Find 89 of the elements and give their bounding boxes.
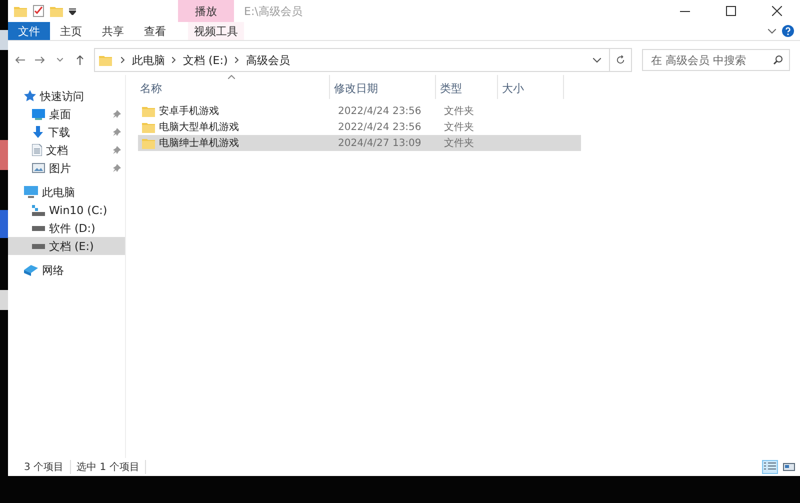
computer-icon (24, 186, 38, 198)
sidebar-item[interactable]: 图片 (8, 159, 125, 177)
system-drive-icon (32, 204, 45, 216)
column-header[interactable]: 大小 (498, 75, 564, 99)
sidebar-item[interactable]: 桌面 (8, 105, 125, 123)
file-row[interactable]: 安卓手机游戏 2022/4/24 23:56 文件夹 (138, 103, 581, 119)
sidebar-item-label: 文档 (46, 142, 69, 158)
column-header[interactable]: 修改日期 (330, 75, 436, 99)
network-icon (24, 264, 38, 276)
folder-icon (142, 122, 155, 132)
details-view-button[interactable] (762, 460, 778, 474)
ribbon-tab[interactable]: 文件 (8, 22, 50, 40)
sidebar-item[interactable]: 文档 (E:) (8, 237, 125, 255)
file-name: 电脑大型单机游戏 (159, 120, 239, 134)
chevron-down-icon[interactable] (593, 58, 601, 62)
sidebar-item-label: 软件 (D:) (49, 220, 96, 236)
sidebar-item-label: 桌面 (49, 106, 72, 122)
context-tab-group: 播放 (178, 0, 234, 22)
download-arrow-icon (32, 126, 44, 138)
close-icon (772, 6, 782, 16)
file-row[interactable]: 电脑绅士单机游戏 2024/4/27 13:09 文件夹 (138, 135, 581, 151)
modified-date: 2024/4/27 13:09 (338, 138, 422, 148)
file-name: 安卓手机游戏 (159, 104, 219, 118)
sidebar-item-label: 文档 (E:) (49, 238, 95, 254)
sidebar-item[interactable]: 此电脑 (8, 183, 125, 201)
properties-icon[interactable] (33, 5, 44, 17)
ribbon-tab[interactable]: 共享 (92, 22, 134, 40)
forward-arrow-icon (35, 56, 45, 64)
folder-icon (142, 138, 155, 148)
breadcrumb[interactable]: 高级会员 (244, 52, 292, 68)
folder-icon (50, 6, 63, 16)
sidebar-item[interactable]: 文档 (8, 141, 125, 159)
modified-date: 2022/4/24 23:56 (338, 122, 422, 132)
sort-ascending-icon (228, 75, 235, 79)
dropdown-icon[interactable] (69, 8, 76, 14)
sidebar-item-label: 图片 (49, 160, 72, 176)
pin-icon[interactable] (113, 128, 121, 136)
file-type: 文件夹 (444, 120, 475, 134)
ribbon-tab[interactable]: 主页 (50, 22, 92, 40)
pin-icon[interactable] (113, 164, 121, 172)
chevron-down-icon[interactable] (768, 28, 776, 34)
sidebar-item-label: 此电脑 (42, 184, 76, 200)
breadcrumb[interactable]: 此电脑 (130, 52, 167, 68)
drive-icon (32, 244, 45, 248)
chevron-down-icon (57, 58, 63, 62)
back-arrow-icon (15, 56, 25, 64)
window-title: E:\高级会员 (244, 4, 304, 20)
sidebar-item-label: 下载 (48, 124, 71, 140)
ribbon-tab[interactable]: 视频工具 (188, 22, 244, 40)
chevron-right-icon (121, 57, 125, 63)
picture-icon (32, 163, 45, 173)
file-row[interactable]: 电脑大型单机游戏 2022/4/24 23:56 文件夹 (138, 119, 581, 135)
modified-date: 2022/4/24 23:56 (338, 106, 422, 116)
sidebar-item[interactable]: 快速访问 (8, 87, 125, 105)
search-field[interactable]: 在 高级会员 中搜索 (642, 49, 790, 71)
selection-count: 选中 1 个项目 (70, 460, 146, 474)
chevron-right-icon (234, 57, 239, 63)
minimize-icon (680, 10, 690, 12)
tiles-view-button[interactable] (781, 460, 797, 474)
sidebar-item[interactable]: 下载 (8, 123, 125, 141)
document-icon (32, 144, 42, 156)
address-bar[interactable]: 此电脑 文档 (E:) 高级会员 (94, 48, 632, 72)
refresh-icon (616, 55, 625, 65)
column-header[interactable]: 类型 (436, 75, 498, 99)
pin-icon[interactable] (113, 146, 121, 154)
sidebar-item-label: Win10 (C:) (49, 204, 108, 216)
maximize-icon (726, 6, 736, 16)
ribbon-tab[interactable]: 查看 (134, 22, 176, 40)
drive-icon (32, 226, 45, 230)
pin-icon[interactable] (113, 110, 121, 118)
file-name: 电脑绅士单机游戏 (159, 136, 239, 150)
folder-icon (99, 54, 112, 66)
file-type: 文件夹 (444, 104, 475, 118)
sidebar-item[interactable]: Win10 (C:) (8, 201, 125, 219)
folder-icon (142, 106, 155, 116)
sidebar-item[interactable]: 网络 (8, 261, 125, 279)
up-arrow-icon (76, 55, 84, 65)
sidebar-item[interactable]: 软件 (D:) (8, 219, 125, 237)
column-header[interactable]: 名称 (136, 75, 330, 99)
help-icon[interactable] (782, 25, 794, 37)
sidebar-item-label: 网络 (42, 262, 65, 278)
star-icon (24, 90, 36, 102)
folder-icon (14, 6, 27, 16)
search-icon (773, 55, 783, 65)
chevron-right-icon (172, 57, 176, 63)
breadcrumb[interactable]: 文档 (E:) (181, 52, 230, 68)
item-count: 3 个项目 (18, 460, 71, 474)
sidebar-item-label: 快速访问 (40, 88, 85, 104)
file-type: 文件夹 (444, 136, 475, 150)
